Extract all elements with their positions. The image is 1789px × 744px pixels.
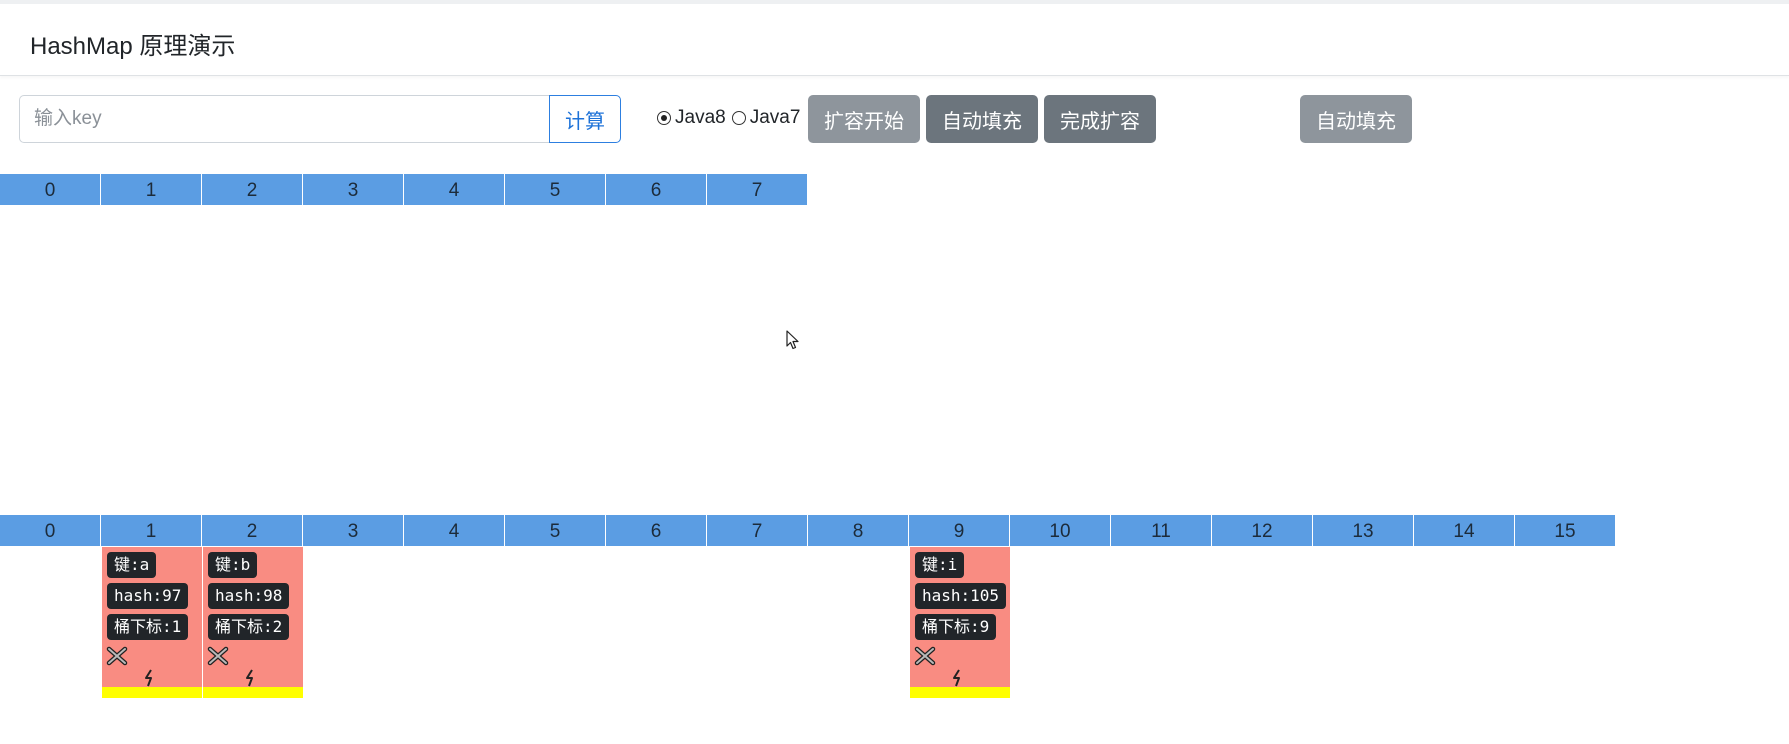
node-next-pointer-bar <box>203 687 303 698</box>
version-radio-group: Java8 Java7 <box>657 106 806 130</box>
node-next-pointer-bar <box>910 687 1010 698</box>
node-hash-label: hash:98 <box>208 583 290 609</box>
bucket-index-cell: 14 <box>1414 515 1514 546</box>
cross-tools-icon[interactable] <box>206 644 230 668</box>
calculate-button[interactable]: 计算 <box>549 95 621 143</box>
auto-fill-button[interactable]: 自动填充 <box>926 95 1038 143</box>
lightning-icon <box>953 669 960 687</box>
java7-radio[interactable] <box>731 111 746 125</box>
bucket-index-cell: 0 <box>0 515 100 546</box>
hash-node-card[interactable]: 键:b hash:98 桶下标:2 <box>203 547 303 698</box>
cross-tools-icon[interactable] <box>913 644 937 668</box>
hash-node-card[interactable]: 键:a hash:97 桶下标:1 <box>102 547 202 698</box>
bucket-index-cell: 6 <box>606 174 706 205</box>
bucket-index-cell: 15 <box>1515 515 1615 546</box>
auto-fill-right-button[interactable]: 自动填充 <box>1300 95 1412 143</box>
bucket-index-cell: 10 <box>1010 515 1110 546</box>
bucket-index-cell: 7 <box>707 174 807 205</box>
node-index-label: 桶下标:9 <box>915 614 997 640</box>
page-title: HashMap 原理演示 <box>30 33 236 60</box>
bucket-index-cell: 1 <box>101 515 201 546</box>
bucket-index-cell: 7 <box>707 515 807 546</box>
mouse-cursor-icon <box>786 330 799 350</box>
node-hash-label: hash:97 <box>107 583 189 609</box>
java8-radio-label[interactable]: Java8 <box>675 107 726 129</box>
bucket-index-cell: 9 <box>909 515 1009 546</box>
bucket-index-cell: 5 <box>505 515 605 546</box>
node-index-label: 桶下标:2 <box>208 614 290 640</box>
key-input[interactable] <box>19 95 549 143</box>
node-key-label: 键:a <box>107 552 157 578</box>
bucket-index-cell: 3 <box>303 174 403 205</box>
node-next-pointer-bar <box>102 687 202 698</box>
node-hash-label: hash:105 <box>915 583 1007 609</box>
bucket-index-cell: 1 <box>101 174 201 205</box>
node-key-label: 键:i <box>915 552 965 578</box>
java8-radio[interactable] <box>657 111 671 125</box>
bucket-index-cell: 2 <box>202 174 302 205</box>
bucket-index-cell: 6 <box>606 515 706 546</box>
node-key-label: 键:b <box>208 552 258 578</box>
navbar: HashMap 原理演示 <box>0 4 1789 76</box>
expand-start-button[interactable]: 扩容开始 <box>808 95 920 143</box>
lightning-icon <box>246 669 253 687</box>
bucket-index-cell: 0 <box>0 174 100 205</box>
bucket-index-cell: 11 <box>1111 515 1211 546</box>
cross-tools-icon[interactable] <box>105 644 129 668</box>
bucket-index-cell: 12 <box>1212 515 1312 546</box>
bucket-index-cell: 4 <box>404 515 504 546</box>
bucket-index-cell: 2 <box>202 515 302 546</box>
lightning-icon <box>145 669 152 687</box>
hash-node-card[interactable]: 键:i hash:105 桶下标:9 <box>910 547 1010 698</box>
node-index-label: 桶下标:1 <box>107 614 189 640</box>
bucket-index-cell: 3 <box>303 515 403 546</box>
bucket-index-cell: 13 <box>1313 515 1413 546</box>
bucket-index-cell: 4 <box>404 174 504 205</box>
java7-radio-label[interactable]: Java7 <box>750 107 801 129</box>
bucket-index-cell: 5 <box>505 174 605 205</box>
finish-expand-button[interactable]: 完成扩容 <box>1044 95 1156 143</box>
bucket-index-cell: 8 <box>808 515 908 546</box>
